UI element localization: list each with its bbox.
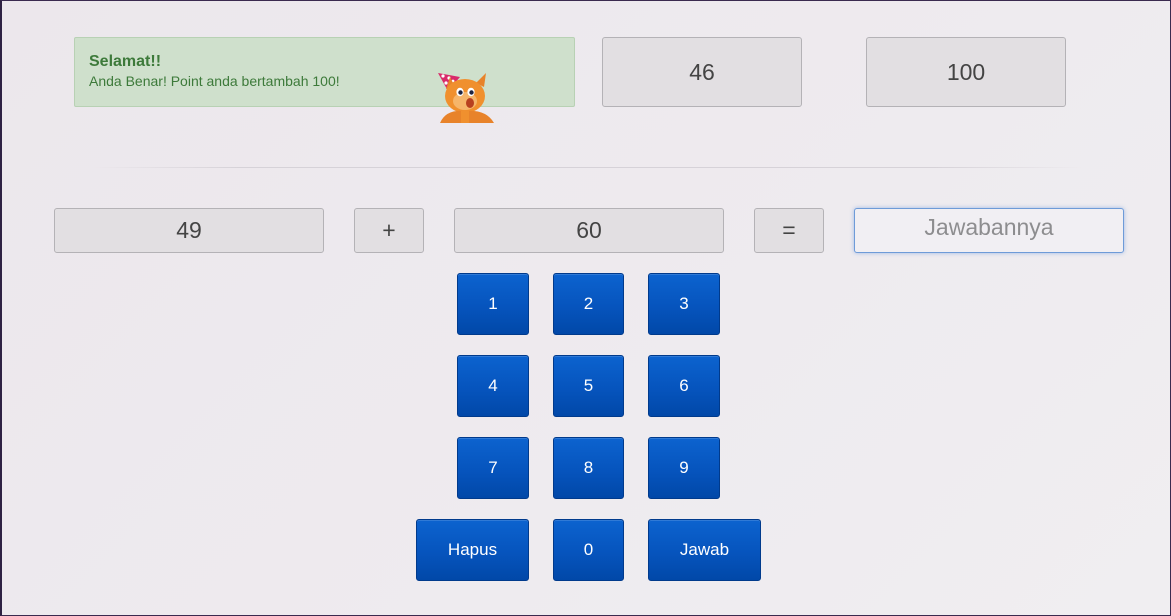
submit-answer-button[interactable]: Jawab [648,519,761,581]
key-5-button[interactable]: 5 [553,355,624,417]
operator-sign: + [354,208,424,253]
key-1-button[interactable]: 1 [457,273,529,335]
game-window: Selamat!! Anda Benar! Point anda bertamb… [0,0,1171,616]
key-8-button[interactable]: 8 [553,437,624,499]
score-right-display: 100 [866,37,1066,107]
equals-sign: = [754,208,824,253]
key-4-button[interactable]: 4 [457,355,529,417]
key-7-button[interactable]: 7 [457,437,529,499]
party-hat-cat-icon [434,67,506,123]
key-0-button[interactable]: 0 [553,519,624,581]
divider [92,167,1082,168]
key-6-button[interactable]: 6 [648,355,720,417]
key-3-button[interactable]: 3 [648,273,720,335]
key-9-button[interactable]: 9 [648,437,720,499]
operand-2: 60 [454,208,724,253]
operand-1: 49 [54,208,324,253]
score-left-display: 46 [602,37,802,107]
clear-button[interactable]: Hapus [416,519,529,581]
answer-input[interactable] [854,208,1124,253]
key-2-button[interactable]: 2 [553,273,624,335]
